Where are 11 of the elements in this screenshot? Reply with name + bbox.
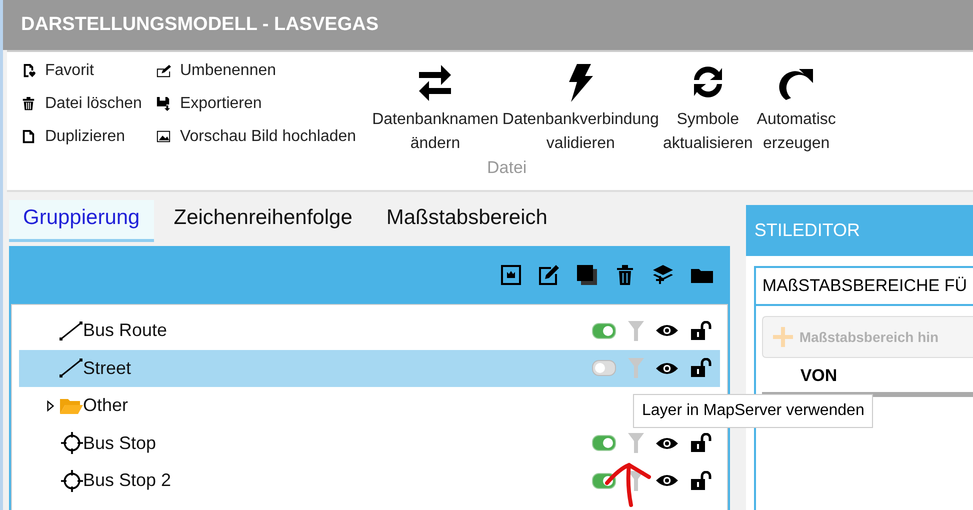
- window-title: DARSTELLUNGSMODELL - LASVEGAS: [21, 14, 378, 36]
- column-header: VON: [799, 365, 838, 387]
- layer-name: Street: [83, 358, 132, 379]
- section-title: MAßSTABSBEREICHE FÜ: [756, 268, 973, 306]
- layer-name: Bus Route: [83, 320, 168, 342]
- layer-name: Bus Stop: [83, 432, 156, 454]
- layer-name: Other: [83, 395, 128, 416]
- layer-name: Bus Stop 2: [83, 470, 172, 492]
- panel-header: STILEDITOR: [746, 205, 973, 256]
- group-label: Datei: [487, 158, 528, 178]
- tooltip: Layer in MapServer verwenden: [633, 394, 874, 428]
